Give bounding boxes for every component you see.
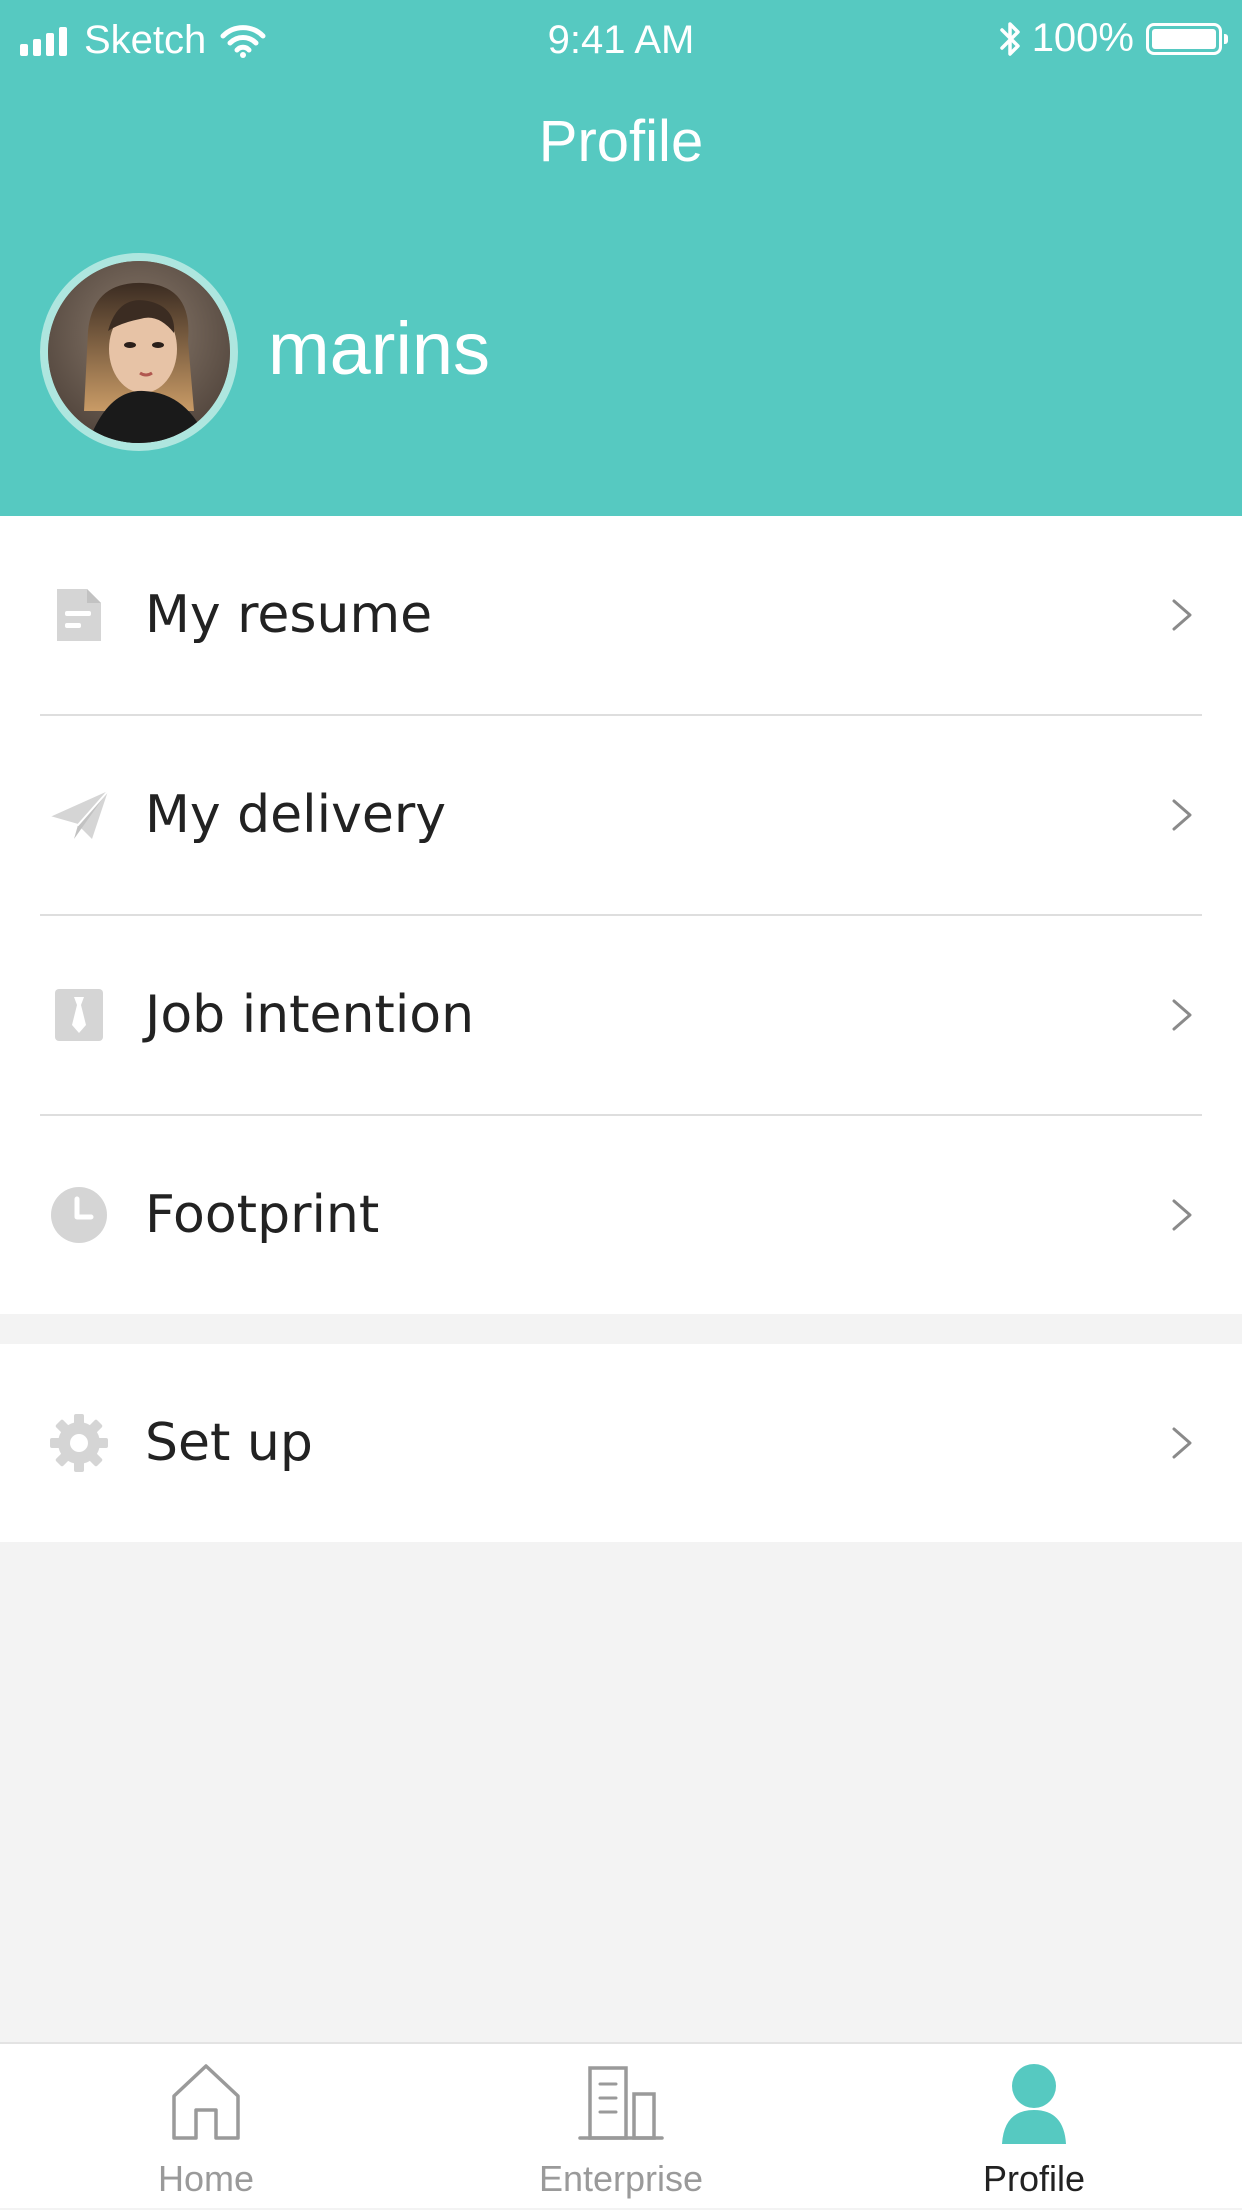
tab-label: Enterprise [538, 2158, 704, 2199]
profile-header: Sketch 9:41 AM 100% Profile marins [0, 0, 1242, 516]
tab-enterprise[interactable]: Enterprise [491, 2044, 751, 2210]
tab-home[interactable]: Home [76, 2044, 336, 2210]
tab-label: Profile [982, 2158, 1086, 2199]
chevron-right-icon [1172, 799, 1192, 831]
menu-item-job-intention[interactable]: Job intention [0, 916, 1242, 1114]
tie-icon [48, 984, 110, 1046]
menu-item-label: Set up [145, 1413, 313, 1473]
menu-item-my-delivery[interactable]: My delivery [0, 716, 1242, 914]
battery-icon [1146, 22, 1228, 55]
document-icon [48, 584, 110, 646]
chevron-right-icon [1172, 1427, 1192, 1459]
battery-percent: 100% [1031, 16, 1134, 60]
building-icon [578, 2062, 664, 2147]
menu-item-set-up[interactable]: Set up [0, 1344, 1242, 1542]
gear-icon [48, 1412, 110, 1474]
menu-item-label: Footprint [145, 1185, 380, 1245]
status-right: 100% [998, 16, 1228, 61]
menu-item-label: My delivery [145, 785, 446, 845]
menu-item-footprint[interactable]: Footprint [0, 1116, 1242, 1314]
page-title: Profile [538, 109, 704, 174]
avatar-portrait-image [48, 261, 230, 443]
menu-item-my-resume[interactable]: My resume [0, 516, 1242, 714]
avatar[interactable] [40, 253, 238, 451]
status-bar: Sketch 9:41 AM 100% [0, 0, 1242, 80]
menu-item-label: Job intention [145, 985, 475, 1045]
paper-plane-icon [48, 784, 110, 846]
chevron-right-icon [1172, 1199, 1192, 1231]
chevron-right-icon [1172, 999, 1192, 1031]
username: marins [268, 307, 491, 390]
person-icon [1000, 2062, 1068, 2149]
clock-icon [48, 1184, 110, 1246]
chevron-right-icon [1172, 599, 1192, 631]
home-icon [168, 2062, 244, 2147]
bluetooth-icon [999, 21, 1020, 56]
menu-item-label: My resume [145, 585, 433, 645]
profile-menu: My resume My delivery Job intention Foot… [0, 516, 1242, 1314]
settings-menu: Set up [0, 1344, 1242, 1542]
tab-profile[interactable]: Profile [904, 2044, 1164, 2210]
tab-label: Home [157, 2158, 255, 2199]
tab-bar: Home Enterprise Profile [0, 2042, 1242, 2208]
